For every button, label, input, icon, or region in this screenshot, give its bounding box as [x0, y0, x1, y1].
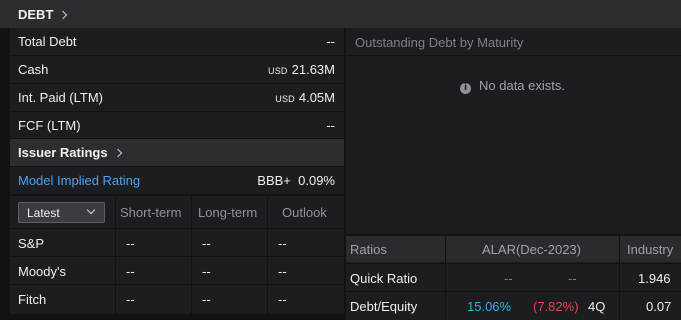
period-dropdown[interactable]: Latest: [18, 202, 105, 223]
maturity-chart-title: Outstanding Debt by Maturity: [355, 35, 524, 50]
ratio-change: (7.82%): [533, 299, 579, 314]
agency-label: Fitch: [18, 292, 47, 307]
row-value: 21.63M: [291, 62, 335, 77]
ratio-label: Quick Ratio: [350, 271, 418, 286]
short-term-value: --: [126, 292, 135, 307]
issuer-ratings-table: Latest Short-term Long-term Outlook S&P …: [10, 196, 344, 314]
debt-summary: Total Debt -- Cash USD 21.63M Int. Paid (…: [10, 28, 344, 138]
row-label: Total Debt: [18, 34, 77, 49]
issuer-ratings-header[interactable]: Issuer Ratings: [10, 139, 344, 166]
outlook-value: --: [278, 264, 287, 279]
row-value: 4.05M: [298, 90, 335, 105]
ratio-period: 4Q: [588, 299, 606, 314]
column-label: Outlook: [282, 205, 327, 220]
debt-row-cash: Cash USD 21.63M: [10, 56, 344, 84]
col-header-short-term: Short-term: [116, 196, 192, 228]
model-implied-rating-link[interactable]: Model Implied Rating: [18, 173, 140, 188]
row-label: FCF (LTM): [18, 118, 81, 133]
outlook-value: --: [278, 292, 287, 307]
short-term-value: --: [126, 264, 135, 279]
chevron-right-icon: [113, 148, 122, 158]
agency-label: S&P: [18, 236, 45, 251]
ratios-table: Ratios ALAR(Dec-2023) Industry Quick Rat…: [346, 236, 681, 320]
long-term-value: --: [202, 292, 211, 307]
long-term-value: --: [202, 236, 211, 251]
debt-header[interactable]: DEBT: [0, 0, 681, 28]
column-label: Long-term: [198, 205, 258, 220]
table-row: Debt/Equity 15.06% (7.82%) 4Q 0.07: [346, 291, 681, 319]
column-divider: [445, 236, 446, 262]
long-term-value: --: [202, 264, 211, 279]
model-implied-rating-row: Model Implied Rating BBB+ 0.09%: [10, 167, 344, 194]
debt-row-int-paid: Int. Paid (LTM) USD 4.05M: [10, 84, 344, 112]
outlook-value: --: [278, 236, 287, 251]
col-header-outlook: Outlook: [268, 196, 344, 228]
col-header-long-term: Long-term: [192, 196, 268, 228]
column-divider: [619, 236, 620, 262]
ratio-label: Debt/Equity: [350, 299, 418, 314]
row-label: Int. Paid (LTM): [18, 90, 104, 105]
model-rating-pct: 0.09%: [298, 173, 335, 188]
row-value: --: [326, 118, 335, 133]
period-selected: Latest: [27, 206, 60, 220]
ratios-header-row: Ratios ALAR(Dec-2023) Industry: [346, 236, 681, 262]
chevron-right-icon: [59, 10, 68, 20]
info-icon: i: [460, 83, 471, 94]
issuer-ratings-title: Issuer Ratings: [18, 145, 108, 160]
empty-state-message: No data exists.: [479, 78, 565, 93]
empty-state: i No data exists.: [460, 78, 565, 94]
divider: [346, 55, 681, 56]
column-divider: [445, 262, 446, 320]
col-header-ratios: Ratios: [350, 242, 387, 257]
industry-value: 0.07: [646, 299, 672, 314]
row-label: Cash: [18, 62, 49, 77]
table-row: Quick Ratio -- -- 1.946: [346, 263, 681, 291]
ratio-value: --: [504, 271, 513, 286]
short-term-value: --: [126, 236, 135, 251]
currency-label: USD: [275, 94, 295, 104]
ratio-change: --: [568, 271, 577, 286]
debt-title: DEBT: [18, 7, 54, 22]
period-header: Latest: [10, 196, 116, 228]
industry-value: 1.946: [638, 271, 671, 286]
table-row: S&P -- -- --: [10, 228, 344, 256]
debt-row-total: Total Debt --: [10, 28, 344, 56]
agency-label: Moody's: [18, 264, 67, 279]
currency-label: USD: [268, 66, 288, 76]
table-row: Moody's -- -- --: [10, 256, 344, 284]
row-value: --: [326, 34, 335, 49]
column-divider: [619, 262, 620, 320]
table-row: Fitch -- -- --: [10, 284, 344, 312]
maturity-chart-panel: Outstanding Debt by Maturity i No data ex…: [346, 28, 681, 234]
chevron-down-icon: [86, 205, 96, 215]
col-header-company: ALAR(Dec-2023): [482, 242, 581, 257]
debt-row-fcf: FCF (LTM) --: [10, 112, 344, 140]
column-label: Short-term: [120, 205, 182, 220]
col-header-industry: Industry: [627, 242, 674, 257]
ratio-value: 15.06%: [467, 299, 512, 314]
model-rating-value: BBB+: [257, 173, 291, 188]
